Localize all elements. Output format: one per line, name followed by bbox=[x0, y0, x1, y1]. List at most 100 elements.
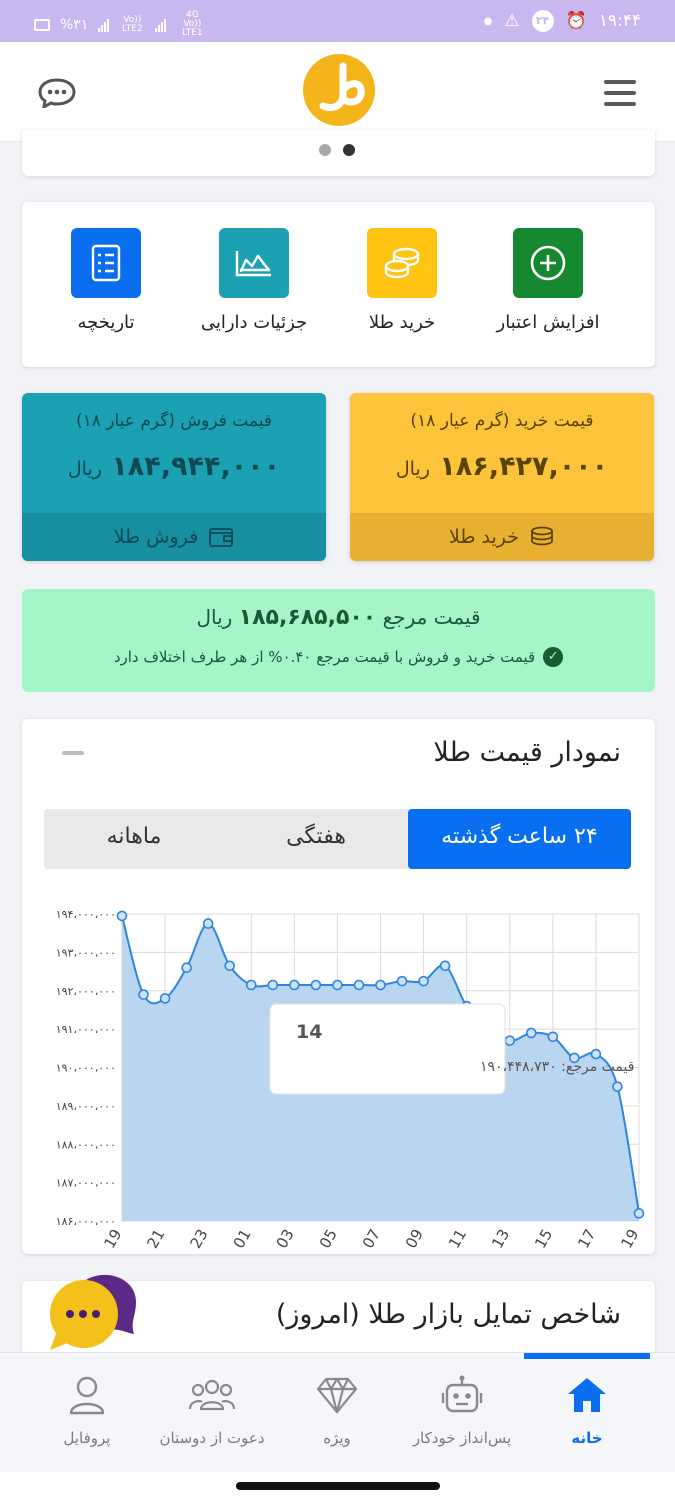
x-tick-label: 19 bbox=[100, 1226, 125, 1252]
sell-price-number: ۱۸۴,۹۴۴,۰۰۰ bbox=[111, 451, 281, 482]
y-tick-label: ۱۸۹،۰۰۰،۰۰۰ bbox=[56, 1100, 116, 1113]
bottom-navigation: خانه پس‌انداز خودکار ویژه دعوت از دوستان… bbox=[0, 1352, 675, 1472]
clock: ۱۹:۴۴ bbox=[598, 11, 641, 31]
y-tick-label: ۱۹۱،۰۰۰،۰۰۰ bbox=[56, 1023, 116, 1036]
collapse-icon[interactable] bbox=[62, 751, 84, 755]
hamburger-icon[interactable] bbox=[604, 80, 636, 106]
chart-data-point bbox=[159, 993, 171, 1004]
nav-auto-saving[interactable]: پس‌انداز خودکار bbox=[397, 1375, 527, 1447]
chart-title: نمودار قیمت طلا bbox=[433, 737, 621, 768]
network-label-2: 4G Vo)) LTE1 bbox=[182, 10, 203, 38]
nav-special[interactable]: ویژه bbox=[272, 1375, 402, 1447]
signal-icon-2 bbox=[155, 18, 167, 32]
nav-label: پروفایل bbox=[63, 1429, 111, 1447]
chart-data-point bbox=[116, 910, 128, 922]
y-tick-label: ۱۸۶،۰۰۰،۰۰۰ bbox=[56, 1215, 116, 1228]
reference-unit: ریال bbox=[196, 605, 233, 629]
plus-circle-icon bbox=[513, 228, 583, 298]
nav-invite-friends[interactable]: دعوت از دوستان bbox=[147, 1375, 277, 1447]
action-label: خرید طلا bbox=[368, 312, 436, 333]
battery-level: %۳۱ bbox=[60, 16, 89, 33]
chart-data-point bbox=[418, 975, 429, 987]
chart-data-point bbox=[612, 1081, 623, 1092]
carousel-dot-active[interactable] bbox=[343, 144, 355, 156]
chat-bubble-icon[interactable] bbox=[38, 78, 76, 108]
buy-price-card: قیمت خرید (گرم عیار ۱۸) ۱۸۶,۴۲۷,۰۰۰ ریال… bbox=[350, 393, 654, 561]
chart-data-point bbox=[547, 1031, 559, 1043]
chart-data-point bbox=[289, 979, 300, 991]
chart-data-point bbox=[202, 918, 214, 929]
y-tick-label: ۱۹۴،۰۰۰،۰۰۰ bbox=[56, 908, 116, 921]
action-buy-gold[interactable]: خرید طلا bbox=[332, 228, 472, 333]
sell-gold-button[interactable]: فروش طلا bbox=[22, 513, 326, 561]
chart-data-point bbox=[396, 975, 408, 987]
quick-actions: افزایش اعتبار خرید طلا جزئیات دارایی تار… bbox=[22, 202, 655, 367]
x-tick-label: 13 bbox=[488, 1226, 513, 1252]
alarm-icon: ⏰ bbox=[565, 11, 587, 31]
chart-period-tabs: ۲۴ ساعت گذشته هفتگی ماهانه bbox=[44, 809, 631, 869]
x-tick-label: 17 bbox=[574, 1226, 599, 1252]
chart-data-point bbox=[590, 1048, 602, 1060]
nav-label: خانه bbox=[571, 1429, 603, 1447]
users-icon bbox=[188, 1379, 236, 1411]
tab-monthly[interactable]: ماهانه bbox=[44, 809, 224, 869]
carousel-dot[interactable] bbox=[319, 144, 331, 156]
nav-label: پس‌انداز خودکار bbox=[412, 1429, 512, 1447]
coins-icon bbox=[367, 228, 437, 298]
y-tick-label: ۱۹۲،۰۰۰،۰۰۰ bbox=[56, 985, 116, 998]
chart-data-point bbox=[332, 979, 343, 991]
sell-price-value: ۱۸۴,۹۴۴,۰۰۰ ریال bbox=[22, 451, 326, 482]
action-add-credit[interactable]: افزایش اعتبار bbox=[478, 228, 618, 333]
check-circle-icon: ✓ bbox=[543, 647, 564, 667]
gold-price-chart-card: نمودار قیمت طلا ۲۴ ساعت گذشته هفتگی ماها… bbox=[22, 719, 655, 1254]
status-bar: %۳۱ Vo)) LTE2 4G Vo)) LTE1 ● ⚠ ۲۴ ⏰ ۱۹:۴… bbox=[0, 0, 675, 42]
active-tab-indicator bbox=[524, 1353, 650, 1359]
tab-weekly[interactable]: هفتگی bbox=[224, 809, 408, 869]
x-tick-label: 23 bbox=[186, 1226, 211, 1252]
x-tick-label: 19 bbox=[617, 1226, 642, 1252]
status-left: %۳۱ Vo)) LTE2 4G Vo)) LTE1 bbox=[34, 11, 208, 38]
buy-price-unit: ریال bbox=[395, 458, 430, 480]
network-label-1: Vo)) LTE2 bbox=[122, 14, 143, 34]
tab-24h[interactable]: ۲۴ ساعت گذشته bbox=[408, 809, 631, 869]
chart-data-point bbox=[310, 979, 322, 991]
signal-icon bbox=[98, 18, 110, 32]
tooltip-label: قیمت مرجع: ۱۹۰،۴۴۸،۷۳۰ bbox=[480, 1059, 634, 1075]
action-history[interactable]: تاریخچه bbox=[36, 228, 176, 333]
banner-carousel[interactable] bbox=[22, 130, 655, 176]
x-tick-label: 15 bbox=[531, 1226, 556, 1252]
x-tick-label: 01 bbox=[230, 1226, 255, 1252]
x-tick-label: 07 bbox=[359, 1226, 384, 1252]
x-tick-label: 03 bbox=[273, 1226, 298, 1252]
reference-label: قیمت مرجع bbox=[382, 605, 481, 629]
chat-dots-icon[interactable] bbox=[46, 1272, 138, 1354]
x-tick-label: 05 bbox=[316, 1226, 341, 1252]
market-sentiment-title: شاخص تمایل بازار طلا (امروز) bbox=[275, 1299, 621, 1330]
reference-note-line: ✓ قیمت خرید و فروش با قیمت مرجع ۰.۴۰% از… bbox=[22, 647, 655, 667]
chart-tooltip bbox=[269, 1003, 506, 1095]
notification-badge: ۲۴ bbox=[531, 10, 554, 32]
reference-value: ۱۸۵,۶۸۵,۵۰۰ bbox=[238, 605, 377, 630]
action-label: تاریخچه bbox=[77, 312, 135, 333]
chart-data-point bbox=[138, 989, 149, 1000]
gold-price-chart[interactable]: ۱۸۶،۰۰۰،۰۰۰ ۱۸۷،۰۰۰،۰۰۰ ۱۸۸،۰۰۰،۰۰۰ ۱۸۹،۰۰۰… bbox=[22, 894, 655, 1254]
home-gesture-bar[interactable] bbox=[236, 1482, 440, 1490]
action-asset-details[interactable]: جزئیات دارایی bbox=[184, 228, 324, 333]
nav-label: دعوت از دوستان bbox=[159, 1429, 265, 1447]
buy-gold-button[interactable]: خرید طلا bbox=[350, 513, 654, 561]
notification-dot-icon: ● bbox=[483, 15, 493, 27]
warning-icon: ⚠ bbox=[504, 11, 520, 31]
app-header bbox=[0, 42, 675, 142]
y-tick-label: ۱۹۰،۰۰۰،۰۰۰ bbox=[56, 1062, 116, 1075]
nav-home[interactable]: خانه bbox=[522, 1375, 652, 1447]
battery-icon bbox=[34, 18, 50, 31]
buy-price-number: ۱۸۶,۴۲۷,۰۰۰ bbox=[439, 451, 609, 482]
buy-price-value: ۱۸۶,۴۲۷,۰۰۰ ریال bbox=[350, 451, 654, 482]
nav-profile[interactable]: پروفایل bbox=[22, 1375, 152, 1447]
x-tick-label: 21 bbox=[143, 1226, 168, 1252]
coins-icon bbox=[531, 526, 553, 546]
action-label: افزایش اعتبار bbox=[496, 312, 600, 333]
chart-data-point bbox=[439, 960, 451, 972]
nav-label: ویژه bbox=[323, 1429, 351, 1447]
sell-price-card: قیمت فروش (گرم عیار ۱۸) ۱۸۴,۹۴۴,۰۰۰ ریال… bbox=[22, 393, 326, 561]
